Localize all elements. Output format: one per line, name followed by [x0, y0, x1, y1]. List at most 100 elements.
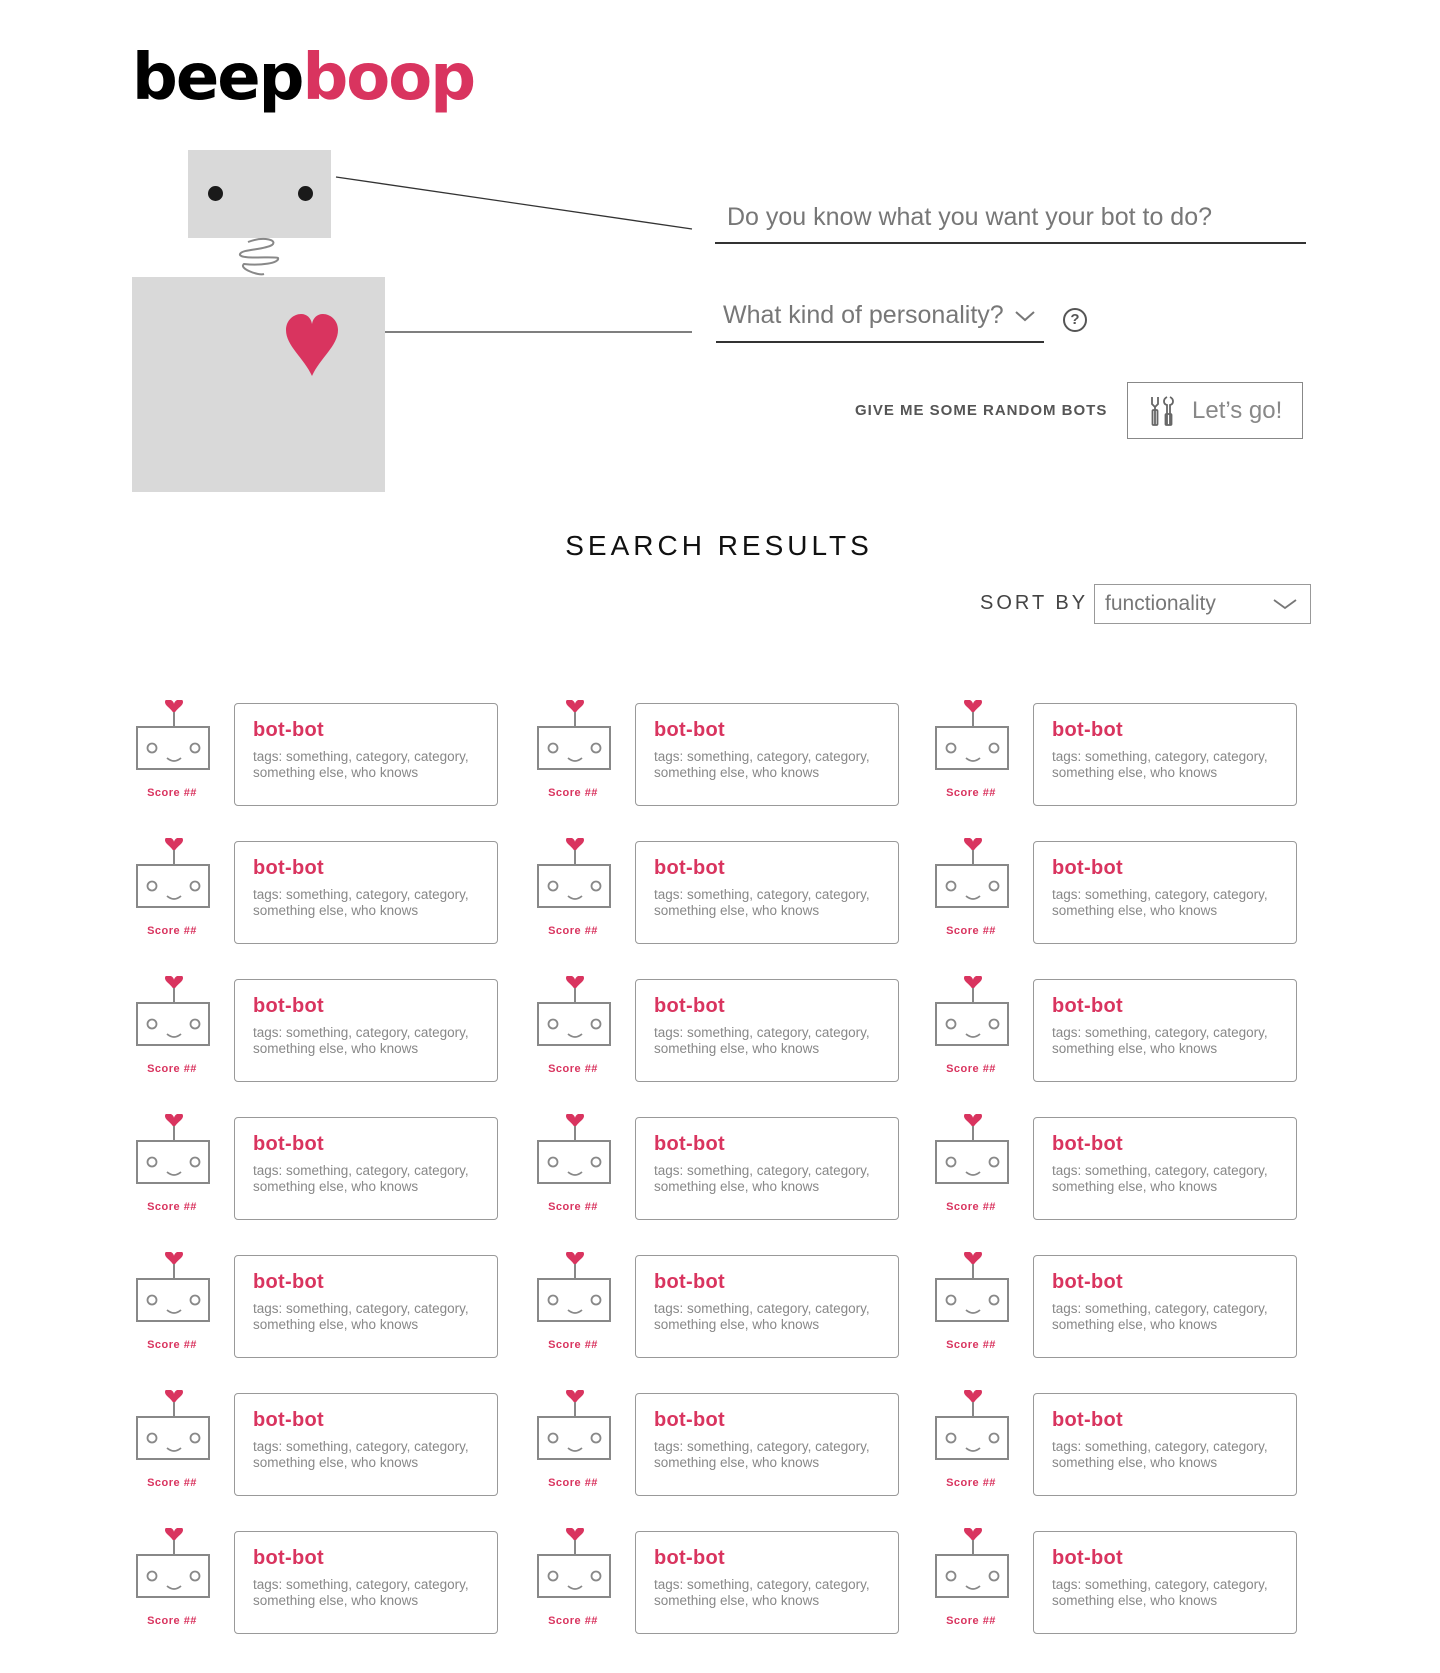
result-item: Score ## bot-bot tags: something, catego…: [135, 1252, 525, 1358]
bot-tags: tags: something, category, category, som…: [1052, 749, 1268, 780]
bot-avatar-icon: [935, 1390, 1009, 1460]
bot-score: Score ##: [147, 787, 197, 799]
bot-score: Score ##: [548, 925, 598, 937]
bot-card[interactable]: bot-bot tags: something, category, categ…: [234, 1255, 498, 1358]
bot-card[interactable]: bot-bot tags: something, category, categ…: [635, 1117, 899, 1220]
bot-card[interactable]: bot-bot tags: something, category, categ…: [635, 841, 899, 944]
bot-tags: tags: something, category, category, som…: [1052, 1163, 1268, 1194]
bot-card[interactable]: bot-bot tags: something, category, categ…: [1033, 1117, 1297, 1220]
bot-tags: tags: something, category, category, som…: [253, 1301, 469, 1332]
result-item: Score ## bot-bot tags: something, catego…: [536, 1528, 926, 1634]
bot-card[interactable]: bot-bot tags: something, category, categ…: [234, 1531, 498, 1634]
bot-name: bot-bot: [253, 857, 324, 879]
result-item: Score ## bot-bot tags: something, catego…: [934, 700, 1324, 806]
result-item: Score ## bot-bot tags: something, catego…: [135, 700, 525, 806]
bot-card[interactable]: bot-bot tags: something, category, categ…: [234, 703, 498, 806]
bot-name: bot-bot: [1052, 1133, 1123, 1155]
bot-tags: tags: something, category, category, som…: [253, 1025, 469, 1056]
bot-avatar-icon: [935, 1252, 1009, 1322]
bot-avatar-icon: [136, 1390, 210, 1460]
bot-tags: tags: something, category, category, som…: [654, 887, 870, 918]
bot-name: bot-bot: [654, 995, 725, 1017]
bot-card[interactable]: bot-bot tags: something, category, categ…: [1033, 1255, 1297, 1358]
bot-score: Score ##: [946, 1063, 996, 1075]
bot-name: bot-bot: [654, 1409, 725, 1431]
bot-name: bot-bot: [1052, 1409, 1123, 1431]
result-item: Score ## bot-bot tags: something, catego…: [934, 1252, 1324, 1358]
bot-name: bot-bot: [1052, 995, 1123, 1017]
bot-name: bot-bot: [654, 1547, 725, 1569]
bot-tags: tags: something, category, category, som…: [654, 1025, 870, 1056]
bot-score: Score ##: [548, 1063, 598, 1075]
result-item: Score ## bot-bot tags: something, catego…: [934, 976, 1324, 1082]
bot-card[interactable]: bot-bot tags: something, category, categ…: [1033, 1393, 1297, 1496]
bot-name: bot-bot: [253, 1409, 324, 1431]
bot-tags: tags: something, category, category, som…: [253, 1163, 469, 1194]
bot-score: Score ##: [946, 1477, 996, 1489]
bot-card[interactable]: bot-bot tags: something, category, categ…: [635, 703, 899, 806]
bot-avatar-icon: [935, 1528, 1009, 1598]
bot-tags: tags: something, category, category, som…: [1052, 1439, 1268, 1470]
bot-score: Score ##: [946, 925, 996, 937]
bot-score: Score ##: [147, 1201, 197, 1213]
bot-tags: tags: something, category, category, som…: [654, 1301, 870, 1332]
bot-card[interactable]: bot-bot tags: something, category, categ…: [234, 841, 498, 944]
bot-card[interactable]: bot-bot tags: something, category, categ…: [234, 979, 498, 1082]
bot-name: bot-bot: [253, 719, 324, 741]
bot-avatar-icon: [935, 838, 1009, 908]
result-item: Score ## bot-bot tags: something, catego…: [135, 1390, 525, 1496]
bot-name: bot-bot: [654, 1271, 725, 1293]
bot-name: bot-bot: [1052, 1271, 1123, 1293]
bot-avatar-icon: [136, 976, 210, 1046]
bot-avatar-icon: [537, 700, 611, 770]
bot-name: bot-bot: [1052, 1547, 1123, 1569]
bot-card[interactable]: bot-bot tags: something, category, categ…: [1033, 979, 1297, 1082]
bot-card[interactable]: bot-bot tags: something, category, categ…: [1033, 1531, 1297, 1634]
bot-avatar-icon: [537, 1252, 611, 1322]
result-item: Score ## bot-bot tags: something, catego…: [536, 1114, 926, 1220]
bot-card[interactable]: bot-bot tags: something, category, categ…: [234, 1117, 498, 1220]
result-item: Score ## bot-bot tags: something, catego…: [934, 838, 1324, 944]
bot-card[interactable]: bot-bot tags: something, category, categ…: [1033, 841, 1297, 944]
bot-avatar-icon: [537, 1390, 611, 1460]
bot-avatar-icon: [136, 1252, 210, 1322]
bot-score: Score ##: [548, 1477, 598, 1489]
bot-card[interactable]: bot-bot tags: something, category, categ…: [635, 1393, 899, 1496]
result-item: Score ## bot-bot tags: something, catego…: [934, 1114, 1324, 1220]
result-item: Score ## bot-bot tags: something, catego…: [536, 976, 926, 1082]
bot-name: bot-bot: [654, 719, 725, 741]
bot-avatar-icon: [935, 700, 1009, 770]
bot-name: bot-bot: [253, 1133, 324, 1155]
bot-name: bot-bot: [654, 1133, 725, 1155]
result-item: Score ## bot-bot tags: something, catego…: [536, 1252, 926, 1358]
result-item: Score ## bot-bot tags: something, catego…: [536, 700, 926, 806]
bot-card[interactable]: bot-bot tags: something, category, categ…: [635, 1255, 899, 1358]
bot-tags: tags: something, category, category, som…: [1052, 887, 1268, 918]
bot-tags: tags: something, category, category, som…: [253, 887, 469, 918]
result-item: Score ## bot-bot tags: something, catego…: [536, 1390, 926, 1496]
bot-avatar-icon: [537, 976, 611, 1046]
result-item: Score ## bot-bot tags: something, catego…: [135, 1114, 525, 1220]
bot-score: Score ##: [946, 1615, 996, 1627]
bot-tags: tags: something, category, category, som…: [1052, 1301, 1268, 1332]
result-item: Score ## bot-bot tags: something, catego…: [934, 1528, 1324, 1634]
bot-score: Score ##: [946, 1339, 996, 1351]
bot-score: Score ##: [548, 1201, 598, 1213]
bot-avatar-icon: [537, 1114, 611, 1184]
bot-score: Score ##: [147, 1477, 197, 1489]
bot-score: Score ##: [147, 1063, 197, 1075]
bot-score: Score ##: [147, 1615, 197, 1627]
bot-name: bot-bot: [253, 1271, 324, 1293]
bot-tags: tags: something, category, category, som…: [1052, 1025, 1268, 1056]
bot-tags: tags: something, category, category, som…: [654, 1439, 870, 1470]
bot-card[interactable]: bot-bot tags: something, category, categ…: [635, 979, 899, 1082]
result-item: Score ## bot-bot tags: something, catego…: [934, 1390, 1324, 1496]
bot-score: Score ##: [147, 1339, 197, 1351]
bot-card[interactable]: bot-bot tags: something, category, categ…: [1033, 703, 1297, 806]
results-grid: Score ## bot-bot tags: something, catego…: [0, 0, 1440, 1673]
bot-score: Score ##: [548, 1615, 598, 1627]
bot-score: Score ##: [946, 1201, 996, 1213]
bot-avatar-icon: [935, 1114, 1009, 1184]
bot-card[interactable]: bot-bot tags: something, category, categ…: [635, 1531, 899, 1634]
bot-card[interactable]: bot-bot tags: something, category, categ…: [234, 1393, 498, 1496]
